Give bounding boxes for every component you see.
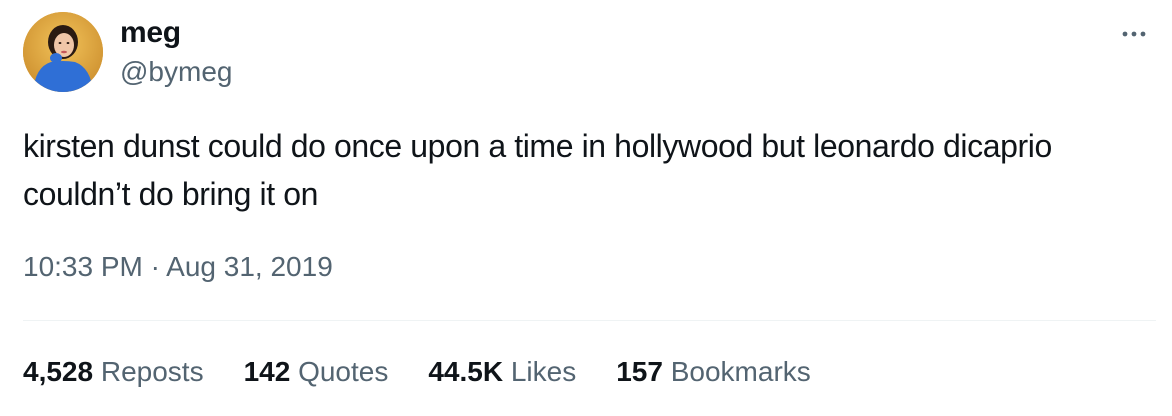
stat-reposts[interactable]: 4,528 Reposts xyxy=(23,355,204,389)
stat-count: 44.5K xyxy=(428,356,511,387)
stat-quotes[interactable]: 142 Quotes xyxy=(244,355,389,389)
stat-count: 4,528 xyxy=(23,356,101,387)
stat-count: 157 xyxy=(616,356,671,387)
tweet-card: meg @bymeg kirsten dunst could do once u… xyxy=(0,0,1172,416)
stat-count: 142 xyxy=(243,356,299,387)
engagement-stats: 4,528 Reposts 142 Quotes 44.5K Likes 157… xyxy=(23,355,851,389)
author-handle[interactable]: @bymeg xyxy=(120,56,232,88)
tweet-text: kirsten dunst could do once upon a time … xyxy=(23,128,1052,212)
stat-bookmarks[interactable]: 157 Bookmarks xyxy=(616,355,811,389)
stat-label: Reposts xyxy=(100,356,204,387)
stat-label: Bookmarks xyxy=(670,356,811,387)
profile-photo-icon xyxy=(23,12,103,92)
more-options-button[interactable] xyxy=(1112,16,1156,52)
divider xyxy=(23,320,1156,321)
stat-label: Quotes xyxy=(298,356,389,387)
tweet-timestamp[interactable]: 10:33 PM · Aug 31, 2019 xyxy=(23,250,333,284)
author-display-name[interactable]: meg xyxy=(120,16,181,50)
avatar[interactable] xyxy=(23,12,103,92)
stat-label: Likes xyxy=(510,356,577,387)
ellipsis-icon xyxy=(1122,31,1146,37)
stat-likes[interactable]: 44.5K Likes xyxy=(428,355,576,389)
